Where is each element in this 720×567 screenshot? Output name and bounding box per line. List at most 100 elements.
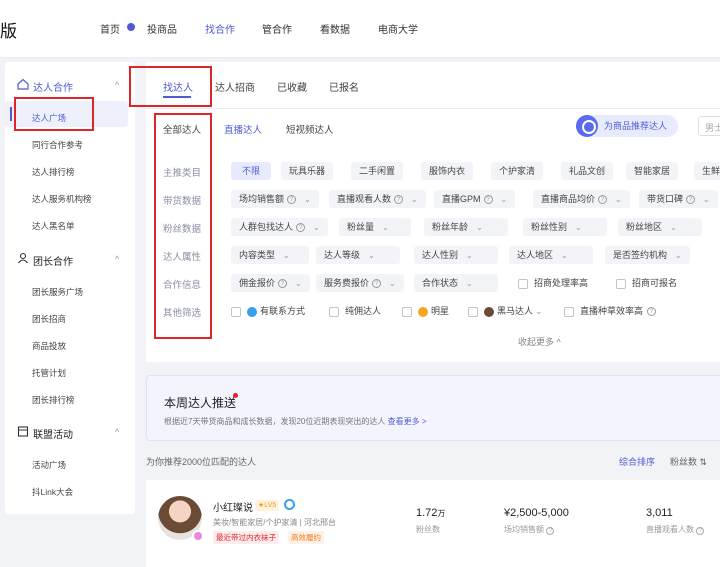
- checkbox-box: [616, 278, 626, 289]
- sidebar-item-agency-rank[interactable]: 达人服务机构榜: [32, 193, 92, 205]
- dropdown-attribute[interactable]: 达人地区 ⌄: [509, 246, 593, 264]
- dropdown-sales[interactable]: 带货口碑? ⌄: [639, 190, 718, 208]
- checkbox-label: 黑马达人: [497, 306, 534, 316]
- checkbox-pure-commission[interactable]: 纯佣达人: [329, 304, 381, 318]
- dropdown-attribute[interactable]: 达人性别 ⌄: [414, 246, 498, 264]
- sidebar-section-leader[interactable]: 团长合作: [17, 252, 73, 268]
- nav-home[interactable]: 首页: [100, 21, 120, 36]
- nav-manage-cooperation[interactable]: 管合作: [262, 21, 292, 36]
- dropdown-attribute[interactable]: 达人等级 ⌄: [316, 246, 400, 264]
- chevron-up-icon[interactable]: ^: [115, 254, 119, 264]
- dropdown-attribute[interactable]: 是否签约机构 ⌄: [605, 246, 690, 264]
- chip-category-all[interactable]: 不限: [231, 162, 271, 180]
- nav-find-cooperation[interactable]: 找合作: [205, 21, 235, 36]
- stat-label-text: 直播观看人数: [646, 525, 694, 534]
- dropdown-cooperation[interactable]: 佣金报价? ⌄: [231, 274, 310, 292]
- sidebar-item-managed-plan[interactable]: 托管计划: [32, 367, 66, 379]
- search-input[interactable]: 男士: [698, 116, 720, 136]
- dropdown-sales[interactable]: 直播商品均价? ⌄: [533, 190, 630, 208]
- view-more-link[interactable]: 查看更多 >: [388, 417, 427, 426]
- help-icon: ?: [296, 223, 306, 233]
- tab-talent-recruit[interactable]: 达人招商: [215, 79, 255, 94]
- dropdown-label: 直播观看人数: [337, 194, 392, 204]
- collapse-more-link[interactable]: 收起更多 ^: [518, 335, 561, 348]
- influencer-tags: 美妆/智能家居/个护家清 | 河北邢台: [213, 518, 336, 527]
- hot-tag: 高效履约: [288, 531, 324, 544]
- dropdown-cooperation[interactable]: 合作状态 ⌄: [414, 274, 498, 292]
- stat-fans-value: 1.72万: [416, 507, 445, 519]
- dropdown-fans[interactable]: 粉丝地区 ⌄: [618, 218, 702, 236]
- chip-category[interactable]: 智能家居: [626, 162, 679, 180]
- help-icon: ?: [278, 279, 288, 289]
- sidebar-item-link-conference[interactable]: 抖Link大会: [32, 486, 73, 498]
- tab-find-talent[interactable]: 找达人: [163, 79, 193, 94]
- match-count-text: 为你推荐2000位匹配的达人: [146, 457, 257, 467]
- checkbox-box: [518, 278, 528, 289]
- stat-sales-value: ¥2,500-5,000: [504, 507, 569, 519]
- sort-comprehensive[interactable]: 综合排序: [619, 455, 655, 468]
- influencer-name[interactable]: 小红璨说: [213, 499, 253, 514]
- sidebar-item-activity-square[interactable]: 活动广场: [32, 459, 66, 471]
- chip-category[interactable]: 二手闲置: [351, 162, 404, 180]
- help-icon: ?: [598, 195, 608, 205]
- checkbox-box: [564, 306, 574, 317]
- chip-category[interactable]: 生鲜: [694, 162, 720, 180]
- chevron-up-icon[interactable]: ^: [115, 80, 119, 90]
- chevron-down-icon: ⌄: [295, 279, 302, 288]
- sidebar-item-talent-square[interactable]: 达人广场: [32, 112, 66, 124]
- dropdown-fans[interactable]: 粉丝量 ⌄: [339, 218, 411, 236]
- chevron-down-icon: ⌄: [500, 195, 508, 204]
- sidebar-section-talent[interactable]: 达人合作: [17, 78, 73, 94]
- influencer-card[interactable]: 小红璨说 ★LV5 美妆/智能家居/个护家清 | 河北邢台 最近带过内衣袜子 高…: [146, 480, 720, 567]
- checkbox-label: 明星: [431, 306, 450, 316]
- dropdown-sales[interactable]: 直播观看人数? ⌄: [329, 190, 426, 208]
- sidebar-item-talent-rank[interactable]: 达人排行榜: [32, 166, 75, 178]
- nav-products[interactable]: 投商品: [147, 21, 177, 36]
- sort-fans[interactable]: 粉丝数 ⇅: [670, 455, 707, 468]
- sidebar-item-blacklist[interactable]: 达人黑名单: [32, 220, 75, 232]
- tab-registered[interactable]: 已报名: [329, 79, 359, 94]
- checkbox-live-efficiency[interactable]: 直播种草效率高?: [564, 304, 657, 318]
- dropdown-cooperation[interactable]: 服务费报价? ⌄: [316, 274, 404, 292]
- sidebar-item-leader-rank[interactable]: 团长排行榜: [32, 394, 75, 406]
- dropdown-fans[interactable]: 人群包找达人? ⌄: [231, 218, 328, 236]
- chip-category[interactable]: 礼品文创: [561, 162, 614, 180]
- subtab-all[interactable]: 全部达人: [163, 122, 201, 136]
- dropdown-sales[interactable]: 直播GPM? ⌄: [434, 190, 516, 208]
- sidebar-section-alliance[interactable]: 联盟活动: [17, 426, 73, 441]
- dropdown-label: 人群包找达人: [239, 222, 294, 232]
- sidebar-item-product-delivery[interactable]: 商品投放: [32, 340, 66, 352]
- nav-university[interactable]: 电商大学: [378, 21, 418, 36]
- dropdown-label: 粉丝性别: [531, 222, 568, 232]
- nav-data[interactable]: 看数据: [320, 21, 350, 36]
- checkbox-has-contact[interactable]: 有联系方式: [231, 304, 305, 318]
- sidebar-item-peer-reference[interactable]: 同行合作参考: [32, 139, 83, 151]
- subtab-short-video[interactable]: 短视频达人: [286, 122, 334, 136]
- sidebar-section-label: 联盟活动: [33, 430, 73, 441]
- filter-label-sales: 带货数据: [163, 196, 202, 207]
- checkbox-box: [231, 306, 241, 317]
- chip-category[interactable]: 玩具乐器: [281, 162, 334, 180]
- sidebar-item-leader-recruit[interactable]: 团长招商: [32, 313, 66, 325]
- dropdown-label: 带货口碑: [647, 194, 684, 204]
- checkbox-label: 招商可报名: [632, 278, 678, 288]
- chip-category[interactable]: 个护家清: [491, 162, 544, 180]
- dropdown-sales[interactable]: 场均销售额? ⌄: [231, 190, 319, 208]
- checkbox-recruit-open[interactable]: 招商可报名: [616, 276, 677, 290]
- checkbox-celebrity[interactable]: 明星: [402, 304, 449, 318]
- chevron-up-icon[interactable]: ^: [115, 427, 119, 437]
- chevron-down-icon: ⌄: [313, 223, 320, 232]
- checkbox-high-recruit-rate[interactable]: 招商处理率高: [518, 276, 588, 290]
- level-badge: ★LV5: [255, 500, 280, 511]
- dropdown-fans[interactable]: 粉丝性别 ⌄: [523, 218, 607, 236]
- dropdown-fans[interactable]: 粉丝年龄 ⌄: [424, 218, 508, 236]
- calendar-icon: [17, 426, 29, 437]
- tab-favorites[interactable]: 已收藏: [277, 79, 307, 94]
- chip-category[interactable]: 服饰内衣: [421, 162, 474, 180]
- sidebar-item-leader-square[interactable]: 团长服务广场: [32, 286, 83, 298]
- checkbox-dark-horse[interactable]: 黑马达人 ⌄: [468, 304, 543, 318]
- dropdown-attribute[interactable]: 内容类型 ⌄: [231, 246, 309, 264]
- stat-views-label: 直播观看人数 ?: [646, 524, 705, 535]
- subtab-live[interactable]: 直播达人: [224, 122, 262, 136]
- main-panel: 找达人 达人招商 已收藏 已报名 全部达人 直播达人 短视频达人 为商品推荐达人…: [146, 62, 720, 362]
